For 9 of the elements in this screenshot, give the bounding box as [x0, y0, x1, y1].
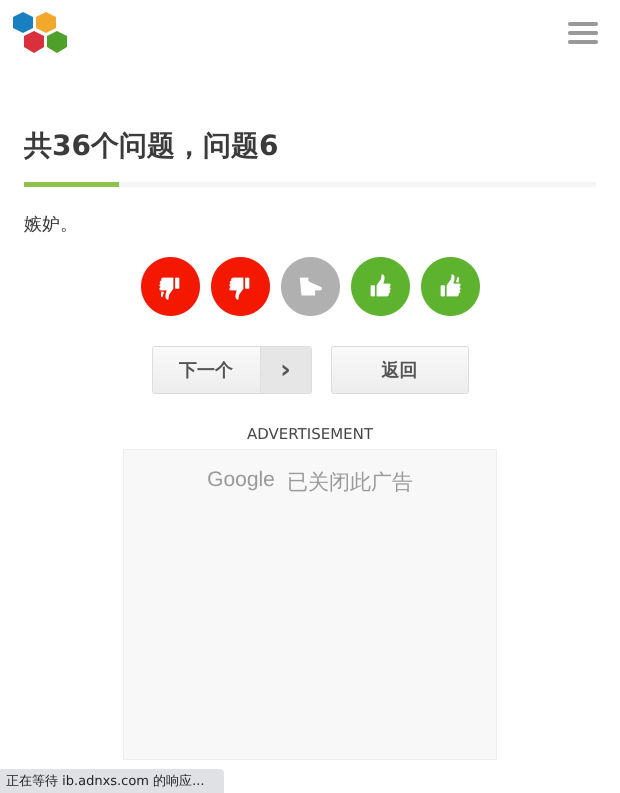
logo-icon	[12, 12, 70, 54]
back-button[interactable]: 返回	[330, 346, 468, 394]
ad-closed-message: 已关闭此广告	[286, 469, 413, 496]
question-text: 嫉妒。	[24, 213, 79, 237]
ad-brand: Google	[207, 468, 275, 493]
ad-heading: ADVERTISEMENT	[246, 425, 374, 443]
next-button[interactable]: 下一个 ›	[152, 346, 312, 394]
question-counter: 共36个问题，问题6	[24, 128, 280, 164]
status-bar: 正在等待 ib.adnxs.com 的响应...	[0, 769, 224, 793]
